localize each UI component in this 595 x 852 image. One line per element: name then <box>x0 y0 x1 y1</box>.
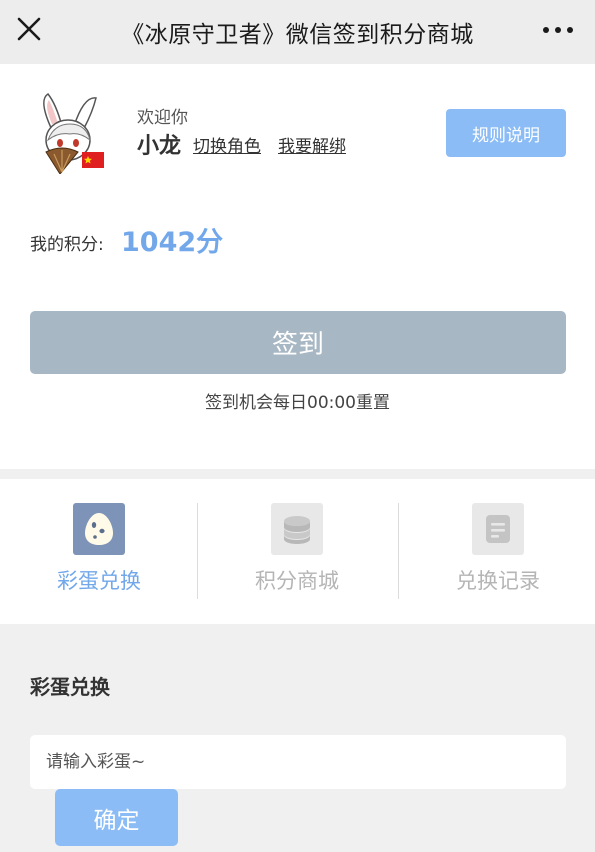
more-icon[interactable] <box>543 20 573 40</box>
switch-role-link[interactable]: 切换角色 <box>193 132 261 157</box>
section-title: 彩蛋兑换 <box>30 675 110 699</box>
tab-points-mall[interactable]: 积分商城 <box>198 479 396 624</box>
tab-label: 兑换记录 <box>456 569 540 593</box>
avatar <box>30 90 114 175</box>
tab-label: 彩蛋兑换 <box>57 569 141 593</box>
egg-icon <box>73 503 125 555</box>
top-navbar: 《冰原守卫者》微信签到积分商城 <box>0 0 595 64</box>
tab-label: 积分商城 <box>255 569 339 593</box>
points-label: 我的积分: <box>30 235 104 255</box>
rules-button[interactable]: 规则说明 <box>446 109 566 157</box>
unbind-link[interactable]: 我要解绑 <box>278 132 346 157</box>
checkin-note: 签到机会每日00:00重置 <box>205 393 390 413</box>
close-icon[interactable] <box>14 14 44 44</box>
tab-exchange-records[interactable]: 兑换记录 <box>399 479 595 624</box>
tab-egg-exchange[interactable]: 彩蛋兑换 <box>0 479 198 624</box>
confirm-button[interactable]: 确定 <box>55 789 178 846</box>
document-icon <box>472 503 524 555</box>
coins-icon <box>271 503 323 555</box>
feature-tabs: 彩蛋兑换 积分商城 兑换记录 <box>0 479 595 624</box>
user-nickname: 小龙 <box>137 134 182 159</box>
points-value: 1042分 <box>121 227 224 258</box>
checkin-button[interactable]: 签到 <box>30 311 566 374</box>
profile-card: 欢迎你 小龙 切换角色 我要解绑 规则说明 我的积分: 1042分 签到 签到机… <box>0 64 595 469</box>
welcome-text: 欢迎你 <box>137 108 188 128</box>
egg-code-input[interactable] <box>30 735 566 789</box>
page-title: 《冰原守卫者》微信签到积分商城 <box>121 22 474 48</box>
